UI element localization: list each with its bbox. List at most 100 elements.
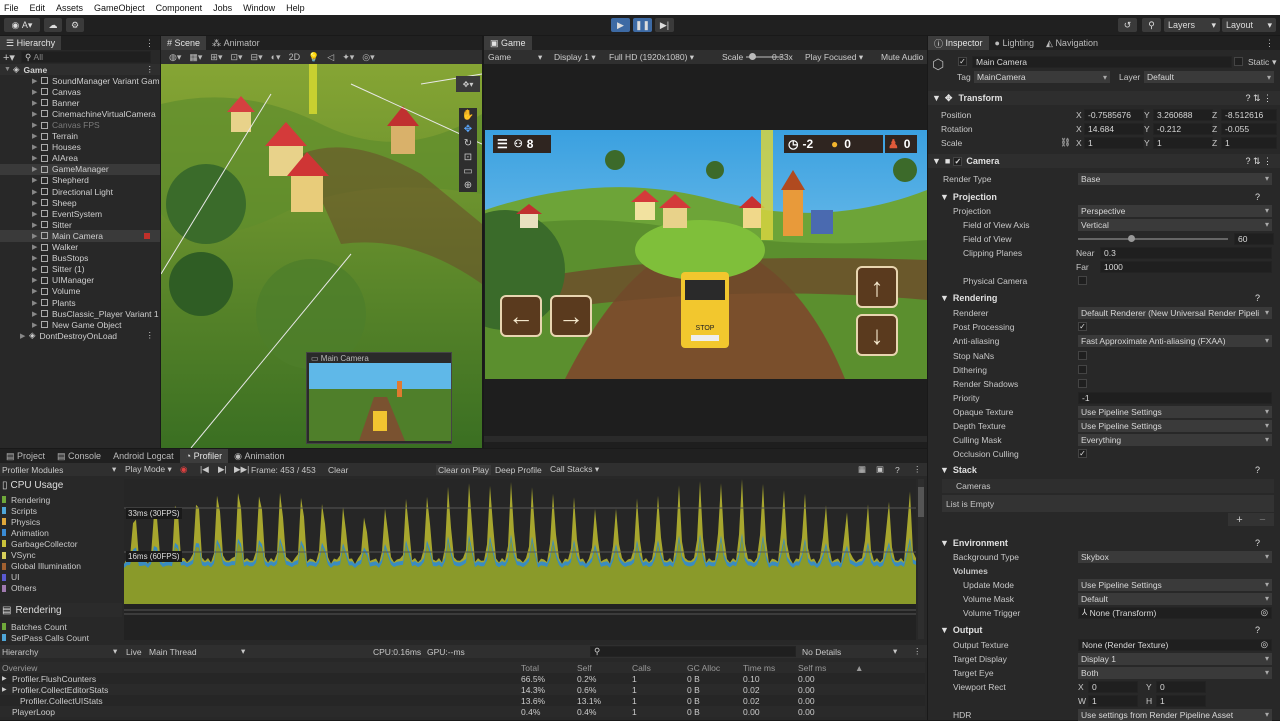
more-icon[interactable]: ⋮	[146, 64, 155, 75]
hierarchy-item[interactable]: ▶ Houses	[0, 142, 160, 153]
target-icon[interactable]: ◎	[1261, 608, 1268, 618]
save-icon[interactable]: ▣	[876, 464, 884, 475]
culling-mask-dropdown[interactable]: Everything	[1078, 433, 1272, 446]
hierarchy-item[interactable]: ▶ Canvas FPS	[0, 119, 160, 130]
position-x[interactable]: -0.7585676	[1084, 108, 1144, 121]
hierarchy-search-input[interactable]: ⚲ All	[20, 51, 151, 63]
object-name-input[interactable]: Main Camera	[972, 56, 1232, 68]
mode-2d-button[interactable]: 2D	[289, 52, 301, 62]
menu-help[interactable]: Help	[286, 3, 305, 13]
cloud-button[interactable]: ☁	[44, 18, 62, 32]
legend-item[interactable]: Scripts	[2, 505, 122, 516]
play-focused-dropdown[interactable]: Play Focused ▾	[805, 52, 863, 63]
cpu-usage-chart[interactable]	[124, 479, 916, 604]
legend-item[interactable]: UI	[2, 572, 122, 583]
tab-animator[interactable]: ⁂ Animator	[206, 36, 266, 50]
add-icon[interactable]: +▾	[3, 51, 15, 64]
expand-icon[interactable]: ▶	[32, 188, 41, 196]
clear-button[interactable]: Clear	[328, 465, 348, 475]
link-icon[interactable]: ⛓	[1060, 137, 1071, 148]
table-row[interactable]: Profiler.CollectUIStats 13.6% 13.1% 1 0 B 0.0…	[0, 695, 925, 706]
game-scrollbar[interactable]	[484, 436, 927, 442]
rendering-header[interactable]: ▼ Rendering?	[928, 291, 1280, 305]
tab-game[interactable]: ▣ Game	[484, 36, 532, 50]
right-arrow-button[interactable]: →	[550, 295, 592, 337]
expand-icon[interactable]: ▶	[32, 210, 41, 218]
hierarchy-item[interactable]: ▶ Sitter	[0, 219, 160, 230]
light-icon[interactable]: 💡	[308, 52, 319, 63]
help-icon[interactable]: ?	[1255, 192, 1260, 202]
account-button[interactable]: ◉ A ▾	[4, 18, 40, 32]
col-overview[interactable]: Overview	[2, 663, 37, 673]
expand-icon[interactable]: ▶	[32, 310, 41, 318]
play-mode-dropdown[interactable]: Play Mode ▾	[125, 464, 172, 475]
layout-dropdown[interactable]: Layout ▾	[1222, 18, 1276, 32]
anti-aliasing-dropdown[interactable]: Fast Approximate Anti-aliasing (FXAA)	[1078, 334, 1272, 347]
menu-icon[interactable]: ☰	[497, 137, 508, 151]
rotate-tool-icon[interactable]: ↻	[464, 138, 472, 149]
expand-icon[interactable]: ▶	[32, 243, 41, 251]
expand-icon[interactable]: ▶	[32, 232, 41, 240]
dithering-checkbox[interactable]	[1078, 365, 1087, 374]
tab-inspector[interactable]: ⓘ Inspector	[928, 36, 989, 50]
help-icon[interactable]: ?	[1255, 465, 1260, 475]
hierarchy-item[interactable]: ▶ Sitter (1)	[0, 264, 160, 275]
mute-audio-button[interactable]: Mute Audio	[881, 52, 924, 62]
hierarchy-item[interactable]: ▶ BusStops	[0, 253, 160, 264]
expand-icon[interactable]: ▶	[32, 287, 41, 295]
target-display-dropdown[interactable]: Display 1	[1078, 652, 1272, 665]
help-icon[interactable]: ?	[1255, 538, 1260, 548]
play-button[interactable]: ▶	[611, 18, 630, 32]
hierarchy-item[interactable]: ▶ Shepherd	[0, 175, 160, 186]
menu-jobs[interactable]: Jobs	[213, 3, 232, 13]
expand-icon[interactable]: ▶	[32, 254, 41, 262]
hierarchy-item[interactable]: ▶ New Game Object	[0, 319, 160, 330]
component-menu-icon[interactable]: ? ⇅ ⋮	[1245, 93, 1272, 104]
left-arrow-button[interactable]: ←	[500, 295, 542, 337]
post-processing-checkbox[interactable]: ✓	[1078, 322, 1087, 331]
col-time-ms[interactable]: Time ms	[743, 663, 775, 673]
fov-slider[interactable]	[1078, 238, 1228, 240]
move-tool-icon[interactable]: ✥	[464, 124, 472, 135]
viewport-y[interactable]: 0	[1156, 680, 1206, 693]
scale-tool-icon[interactable]: ⊡	[464, 152, 472, 163]
hierarchy-item[interactable]: ▶ EventSystem	[0, 208, 160, 219]
viewport-h[interactable]: 1	[1156, 694, 1206, 707]
more-icon[interactable]: ⋮	[913, 646, 922, 657]
history-button[interactable]: ↺	[1118, 18, 1137, 32]
call-stacks-dropdown[interactable]: Call Stacks ▾	[550, 464, 599, 475]
tool-icon[interactable]: ⊟▾	[251, 52, 263, 63]
expand-icon[interactable]: ▶	[32, 265, 41, 273]
search-button[interactable]: ⚲	[1142, 18, 1161, 32]
audio-icon[interactable]: ◁	[327, 52, 334, 63]
col-gc-alloc[interactable]: GC Alloc	[687, 663, 720, 673]
layers-dropdown[interactable]: Layers ▾	[1164, 18, 1220, 32]
fov-input[interactable]: 60	[1234, 232, 1274, 245]
physical-camera-checkbox[interactable]	[1078, 276, 1087, 285]
expand-icon[interactable]: ▶	[32, 88, 41, 96]
view-dropdown[interactable]: Hierarchy	[2, 647, 38, 657]
expand-icon[interactable]: ▶	[32, 143, 41, 151]
hierarchy-item[interactable]: ▶ Terrain	[0, 131, 160, 142]
legend-item[interactable]: Others	[2, 583, 122, 594]
rendering-module[interactable]: ▤ Rendering	[0, 603, 122, 617]
active-checkbox[interactable]: ✓	[958, 57, 967, 66]
fx-icon[interactable]: ✦▾	[342, 52, 354, 63]
tab-animation[interactable]: ◉ Animation	[228, 449, 290, 463]
expand-icon[interactable]: ▶	[32, 121, 41, 129]
menu-edit[interactable]: Edit	[30, 3, 46, 13]
collab-button[interactable]: ⚙	[66, 18, 84, 32]
scale-x[interactable]: 1	[1084, 136, 1144, 149]
rotation-y[interactable]: -0.212	[1153, 122, 1213, 135]
col-self-ms[interactable]: Self ms	[798, 663, 826, 673]
more-icon[interactable]: ⋮	[145, 38, 154, 49]
fov-axis-dropdown[interactable]: Vertical	[1078, 218, 1272, 231]
scale-slider-handle[interactable]	[749, 53, 756, 60]
record-icon[interactable]: ◉	[180, 464, 187, 475]
renderer-dropdown[interactable]: Default Renderer (New Universal Render P…	[1078, 306, 1272, 319]
far-input[interactable]: 1000	[1100, 260, 1272, 273]
environment-header[interactable]: ▼ Environment?	[928, 536, 1280, 550]
cpu-usage-module[interactable]: ▯ CPU Usage	[0, 479, 122, 491]
menu-component[interactable]: Component	[156, 3, 203, 13]
rotation-x[interactable]: 14.684	[1084, 122, 1144, 135]
